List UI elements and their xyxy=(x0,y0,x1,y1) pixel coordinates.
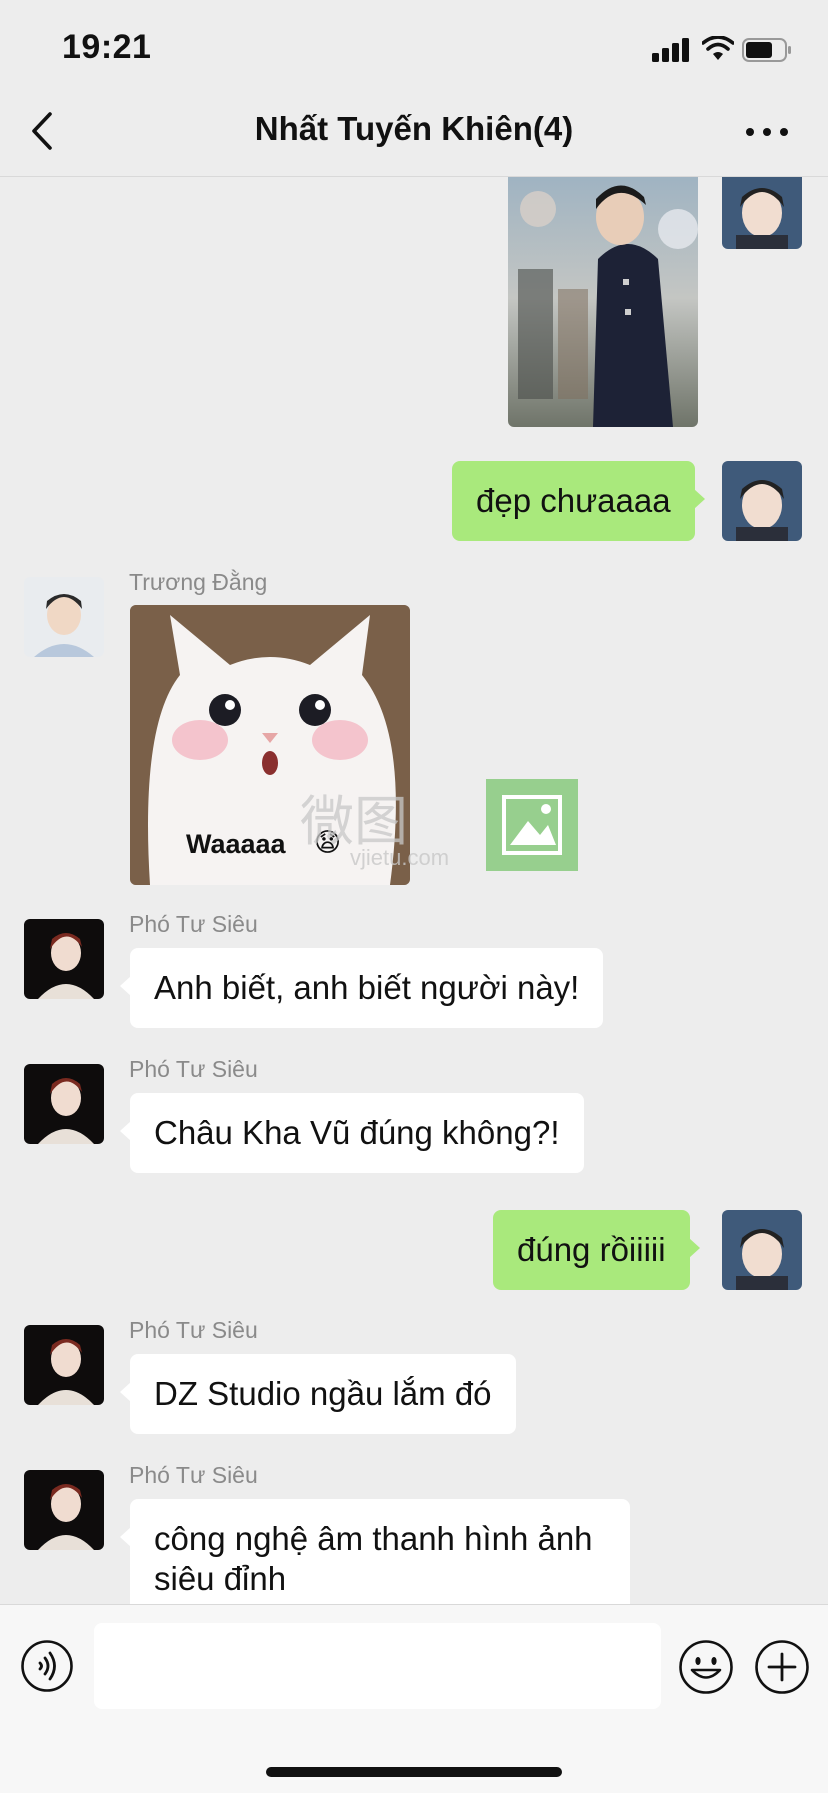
sticker-caption: Waaaaa xyxy=(186,829,286,859)
watermark-url: vjietu.com xyxy=(350,845,450,870)
sender-name: Phó Tư Siêu xyxy=(129,1462,258,1488)
voice-icon[interactable] xyxy=(20,1639,74,1693)
more-options-button[interactable] xyxy=(742,124,792,140)
chat-message-list[interactable]: đẹp chưaaaa Trương Đằng Waaaaa 😧 微图 vjie… xyxy=(0,177,828,1604)
photo-image xyxy=(508,177,698,427)
incoming-text-message[interactable]: Anh biết, anh biết người này! xyxy=(119,948,604,1028)
input-bar xyxy=(0,1604,828,1793)
battery-icon xyxy=(742,38,791,62)
outgoing-image-message[interactable] xyxy=(508,177,698,427)
incoming-text-message[interactable]: Châu Kha Vũ đúng không?! xyxy=(120,1093,584,1173)
sender-name: Phó Tư Siêu xyxy=(129,1317,258,1343)
sender-avatar[interactable] xyxy=(24,1064,104,1144)
outgoing-text-message[interactable]: đẹp chưaaaa xyxy=(452,461,705,541)
sender-avatar[interactable] xyxy=(24,1325,104,1405)
sender-avatar[interactable] xyxy=(24,577,104,657)
sender-avatar[interactable] xyxy=(24,1470,104,1550)
my-avatar[interactable] xyxy=(722,177,802,249)
status-time: 19:21 xyxy=(62,28,152,66)
plus-icon[interactable] xyxy=(754,1639,810,1695)
navigation-bar: Nhất Tuyến Khiên(4) xyxy=(0,86,828,177)
chat-title: Nhất Tuyến Khiên(4) xyxy=(254,110,574,147)
incoming-text-message[interactable]: công nghệ âm thanh hình ảnh siêu đỉnh xyxy=(120,1499,630,1604)
home-indicator xyxy=(266,1767,562,1777)
emoji-icon[interactable] xyxy=(678,1639,734,1695)
message-input[interactable] xyxy=(94,1623,661,1709)
incoming-text-message[interactable]: DZ Studio ngầu lắm đó xyxy=(120,1354,516,1434)
sender-name: Trương Đằng xyxy=(129,569,268,595)
my-avatar[interactable] xyxy=(722,461,802,541)
image-placeholder-icon xyxy=(486,779,578,871)
cellular-signal-icon xyxy=(652,36,690,62)
outgoing-text-message[interactable]: đúng rồiiiii xyxy=(493,1210,700,1290)
sender-name: Phó Tư Siêu xyxy=(129,911,258,937)
my-avatar[interactable] xyxy=(722,1210,802,1290)
sender-avatar[interactable] xyxy=(24,919,104,999)
wifi-icon xyxy=(702,36,734,60)
sender-name: Phó Tư Siêu xyxy=(129,1056,258,1082)
